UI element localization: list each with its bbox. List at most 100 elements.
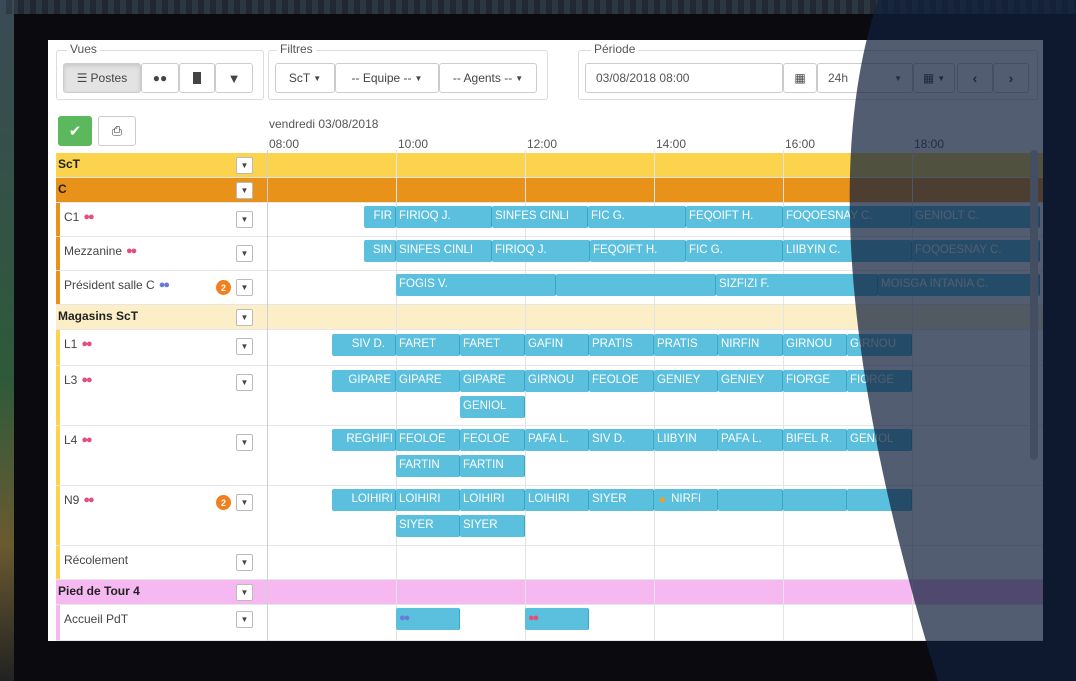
shift-chip[interactable]: FIRIOQ J. <box>396 206 492 228</box>
shift-chip[interactable]: SIYER <box>589 489 654 511</box>
shift-chip[interactable]: FEOLOE <box>460 429 525 451</box>
group-row-magasins: Magasins ScT ▼ <box>56 305 1043 330</box>
row-dropdown-button[interactable]: ▼ <box>236 309 253 326</box>
calendar-button[interactable]: ▦ <box>783 63 817 93</box>
shift-chip[interactable]: MOISGA INTANIA C. <box>878 274 1040 296</box>
row-dropdown-button[interactable]: ▼ <box>236 434 253 451</box>
shift-chip[interactable]: LIIBYIN <box>654 429 718 451</box>
filter-team-dropdown[interactable]: -- Equipe -- ▼ <box>335 63 439 93</box>
row-dropdown-button[interactable]: ▼ <box>236 374 253 391</box>
row-dropdown-button[interactable]: ▼ <box>236 245 253 262</box>
shift-chip[interactable]: FEOLOE <box>396 429 460 451</box>
shift-chip[interactable]: FEQOIFT H. <box>590 240 686 262</box>
shift-chip[interactable]: FIC G. <box>588 206 686 228</box>
row-dropdown-button[interactable]: ▼ <box>236 554 253 571</box>
shift-chip[interactable]: FARET <box>460 334 525 356</box>
shift-chip[interactable]: NIRFIN <box>718 334 783 356</box>
shift-chip[interactable]: FIORGE <box>783 370 847 392</box>
shift-chip[interactable]: LIIBYIN C. <box>783 240 912 262</box>
shift-chip-warning[interactable]: ▲ NIRFI <box>654 489 718 511</box>
post-row-label: Président salle C ●● <box>64 278 170 292</box>
shift-chip[interactable]: FIC G. <box>686 240 783 262</box>
shift-chip[interactable]: LOIHIRI <box>396 489 460 511</box>
row-dropdown-button[interactable]: ▼ <box>236 338 253 355</box>
shift-chip[interactable]: FOQOESNAY C. <box>783 206 912 228</box>
row-dropdown-button[interactable]: ▼ <box>236 211 253 228</box>
shift-chip[interactable]: GIRNOU <box>525 370 589 392</box>
graduation-cap-icon: ▼ <box>227 70 241 86</box>
duration-select[interactable]: 24h ▼ <box>817 63 913 93</box>
shift-chip[interactable]: GENIEY <box>654 370 718 392</box>
row-dropdown-button[interactable]: ▼ <box>236 584 253 601</box>
shift-chip[interactable]: FIORGE <box>847 370 912 392</box>
shift-chip[interactable]: SIV D. <box>589 429 654 451</box>
shift-chip[interactable]: SIV D. <box>332 334 396 356</box>
shift-chip[interactable]: PRATIS <box>654 334 718 356</box>
row-dropdown-button[interactable]: ▼ <box>236 157 253 174</box>
shift-chip[interactable]: PAFA L. <box>718 429 783 451</box>
tick-1800: 18:00 <box>914 137 945 151</box>
shift-chip[interactable]: BIFEL R. <box>783 429 847 451</box>
period-date-input[interactable]: 03/08/2018 08:00 <box>585 63 783 93</box>
shift-chip[interactable]: GIRNOU <box>847 334 912 356</box>
view-postes-button[interactable]: ☰ Postes <box>63 63 141 93</box>
row-accent <box>56 237 60 270</box>
print-button[interactable]: ⎙ <box>98 116 136 146</box>
shift-chip[interactable]: SIN <box>364 240 396 262</box>
filter-sct-label: ScT <box>288 71 311 85</box>
shift-chip[interactable]: GIPARE <box>332 370 396 392</box>
shift-chip[interactable] <box>783 489 847 511</box>
shift-chip[interactable]: FIRIOQ J. <box>492 240 590 262</box>
shift-chip[interactable]: LOIHIRI <box>460 489 525 511</box>
shift-chip[interactable] <box>556 274 716 296</box>
shift-chip[interactable] <box>847 489 912 511</box>
shift-chip[interactable]: GIPARE <box>396 370 460 392</box>
row-accent <box>56 426 60 485</box>
shift-chip[interactable]: GAFIN <box>525 334 589 356</box>
shift-chip[interactable]: SIZFIZI F. <box>716 274 878 296</box>
shift-chip-empty[interactable]: ●● <box>525 608 589 630</box>
view-building-button[interactable] <box>179 63 215 93</box>
row-dropdown-button[interactable]: ▼ <box>236 279 253 296</box>
shift-chip[interactable]: SINFES CINLI <box>396 240 492 262</box>
view-education-button[interactable]: ▼ <box>215 63 253 93</box>
vertical-scrollbar[interactable] <box>1030 150 1038 460</box>
shift-chip[interactable]: REGHIFI <box>332 429 396 451</box>
shift-chip[interactable]: FOQOESNAY C. <box>912 240 1040 262</box>
previous-button[interactable]: ‹ <box>957 63 993 93</box>
view-teams-button[interactable]: ●● <box>141 63 179 93</box>
shift-chip[interactable]: LOIHIRI <box>332 489 396 511</box>
shift-chip[interactable]: GIRNOU <box>783 334 847 356</box>
filter-agents-dropdown[interactable]: -- Agents -- ▼ <box>439 63 537 93</box>
shift-chip[interactable]: LOIHIRI <box>525 489 589 511</box>
shift-chip[interactable]: GIPARE <box>460 370 525 392</box>
shift-chip[interactable]: FARET <box>396 334 460 356</box>
shift-chip[interactable]: SIYER <box>460 515 525 537</box>
shift-chip[interactable]: SIYER <box>396 515 460 537</box>
shift-chip[interactable]: FEOLOE <box>589 370 654 392</box>
validate-button[interactable]: ✔ <box>58 116 92 146</box>
shift-chip-empty[interactable]: ●● <box>396 608 460 630</box>
shift-chip[interactable]: FEQOIFT H. <box>686 206 783 228</box>
calendar-dropdown-button[interactable]: ▦ ▼ <box>913 63 955 93</box>
next-button[interactable]: › <box>993 63 1029 93</box>
row-dropdown-button[interactable]: ▼ <box>236 494 253 511</box>
shift-chip[interactable]: PRATIS <box>589 334 654 356</box>
shift-chip[interactable]: FARTIN <box>460 455 525 477</box>
planning-panel: Vues ☰ Postes ●● ▼ Filtres ScT ▼ -- Equip… <box>48 40 1043 641</box>
duration-value: 24h <box>828 71 849 85</box>
filter-sct-dropdown[interactable]: ScT ▼ <box>275 63 335 93</box>
shift-chip[interactable]: SINFES CINLI <box>492 206 588 228</box>
shift-chip[interactable]: GENIOL <box>460 396 525 418</box>
chevron-right-icon: › <box>1008 70 1014 86</box>
row-dropdown-button[interactable]: ▼ <box>236 182 253 199</box>
shift-chip[interactable]: PAFA L. <box>525 429 589 451</box>
shift-chip[interactable] <box>718 489 783 511</box>
shift-chip[interactable]: GENIEY <box>718 370 783 392</box>
shift-chip[interactable]: FIR <box>364 206 396 228</box>
shift-chip[interactable]: GENIOL <box>847 429 912 451</box>
row-dropdown-button[interactable]: ▼ <box>236 611 253 628</box>
shift-chip[interactable]: FARTIN <box>396 455 460 477</box>
shift-chip[interactable]: FOGIS V. <box>396 274 556 296</box>
shift-chip[interactable]: GENIOLT C. <box>912 206 1040 228</box>
